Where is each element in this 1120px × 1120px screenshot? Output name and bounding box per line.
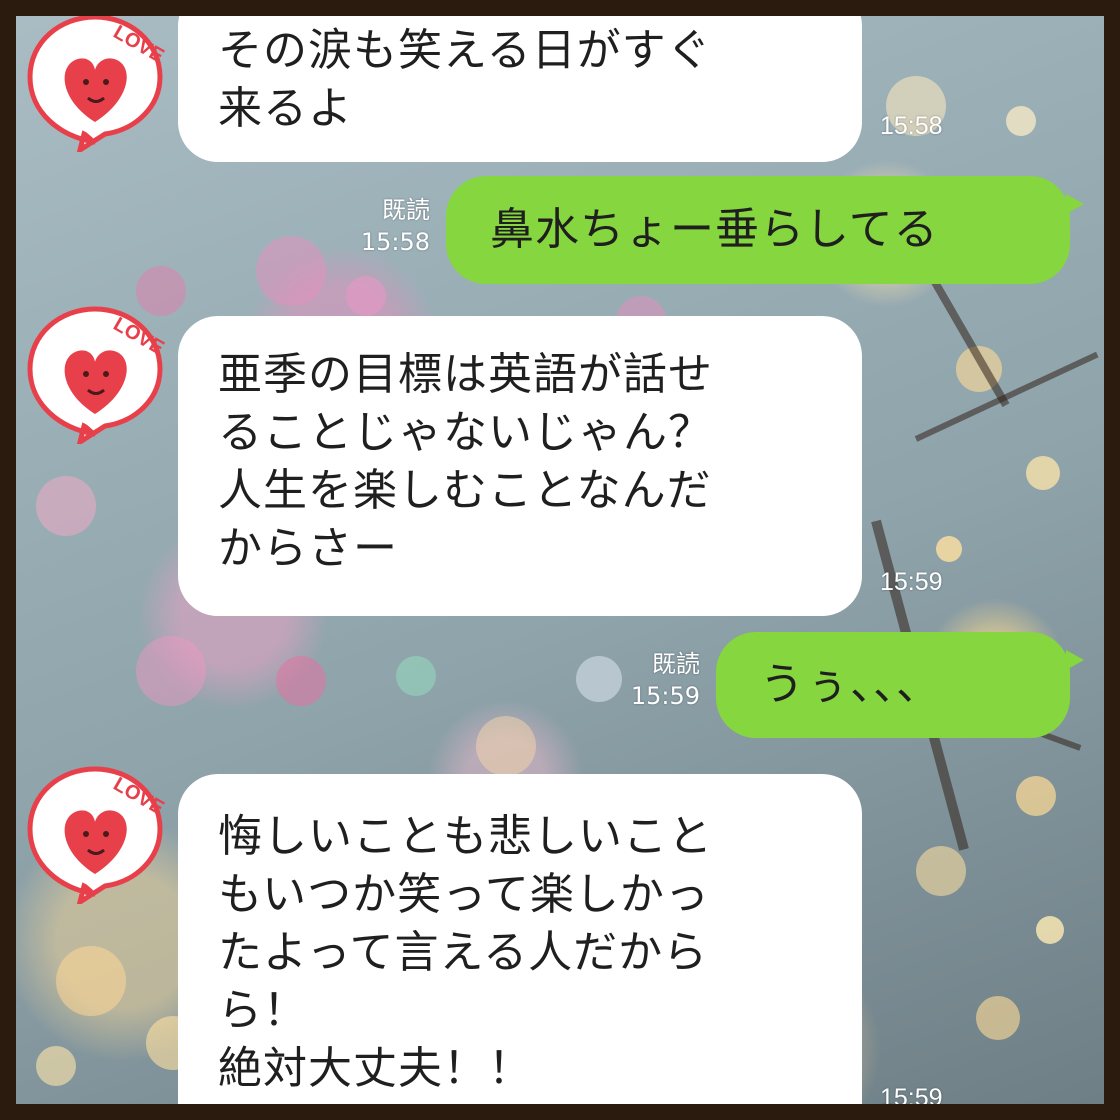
- love-heart-stamp-icon[interactable]: LOVE: [20, 294, 170, 444]
- bokeh-light: [976, 996, 1020, 1040]
- bokeh-light: [936, 536, 962, 562]
- bokeh-light: [36, 476, 96, 536]
- read-receipt: 既読 15:59: [604, 648, 700, 712]
- bokeh-light: [256, 236, 326, 306]
- chat-background: LOVE その涙も笑える日がすぐ 来るよ 15:58 既読 15:58 鼻水ちょ…: [16, 16, 1104, 1104]
- bokeh-light: [346, 276, 386, 316]
- bokeh-light: [136, 636, 206, 706]
- bokeh-light: [56, 946, 126, 1016]
- bokeh-light: [276, 656, 326, 706]
- bokeh-light: [1026, 456, 1060, 490]
- bokeh-light: [1016, 776, 1056, 816]
- message-text: うぅ、、、: [760, 659, 941, 710]
- message-timestamp: 15:59: [880, 568, 943, 596]
- message-bubble-outgoing[interactable]: 鼻水ちょー垂らしてる: [446, 176, 1084, 284]
- bokeh-light: [476, 716, 536, 776]
- message-bubble-incoming[interactable]: 亜季の目標は英語が話せ ることじゃないじゃん？ 人生を楽しむことなんだ からさー: [178, 316, 862, 616]
- bokeh-light: [396, 656, 436, 696]
- read-label: 既読: [382, 196, 430, 224]
- bokeh-light: [36, 1046, 76, 1086]
- message-text: その涙も笑える日がすぐ 来るよ: [218, 25, 712, 134]
- message-text: 鼻水ちょー垂らしてる: [490, 204, 939, 255]
- bokeh-light: [1006, 106, 1036, 136]
- love-heart-stamp-icon[interactable]: LOVE: [20, 754, 170, 904]
- message-text: 亜季の目標は英語が話せ ることじゃないじゃん？ 人生を楽しむことなんだ からさー: [218, 349, 713, 574]
- message-bubble-incoming[interactable]: 悔しいことも悲しいこと もいつか笑って楽しかっ たよって言える人だから ら！ 絶…: [178, 774, 862, 1104]
- message-bubble-incoming[interactable]: その涙も笑える日がすぐ 来るよ: [178, 16, 862, 162]
- love-heart-stamp-icon[interactable]: LOVE: [20, 16, 170, 152]
- tree-branch: [914, 351, 1099, 442]
- message-bubble-outgoing[interactable]: うぅ、、、: [716, 632, 1084, 738]
- read-receipt: 既読 15:58: [336, 194, 430, 258]
- message-timestamp: 15:58: [360, 228, 430, 256]
- bokeh-light: [916, 846, 966, 896]
- bokeh-light: [1036, 916, 1064, 944]
- message-text: 悔しいことも悲しいこと もいつか笑って楽しかっ たよって言える人だから ら！ 絶…: [218, 811, 713, 1094]
- message-timestamp: 15:59: [880, 1084, 943, 1104]
- read-label: 既読: [652, 650, 700, 678]
- message-timestamp: 15:59: [630, 682, 700, 710]
- message-timestamp: 15:58: [880, 112, 943, 140]
